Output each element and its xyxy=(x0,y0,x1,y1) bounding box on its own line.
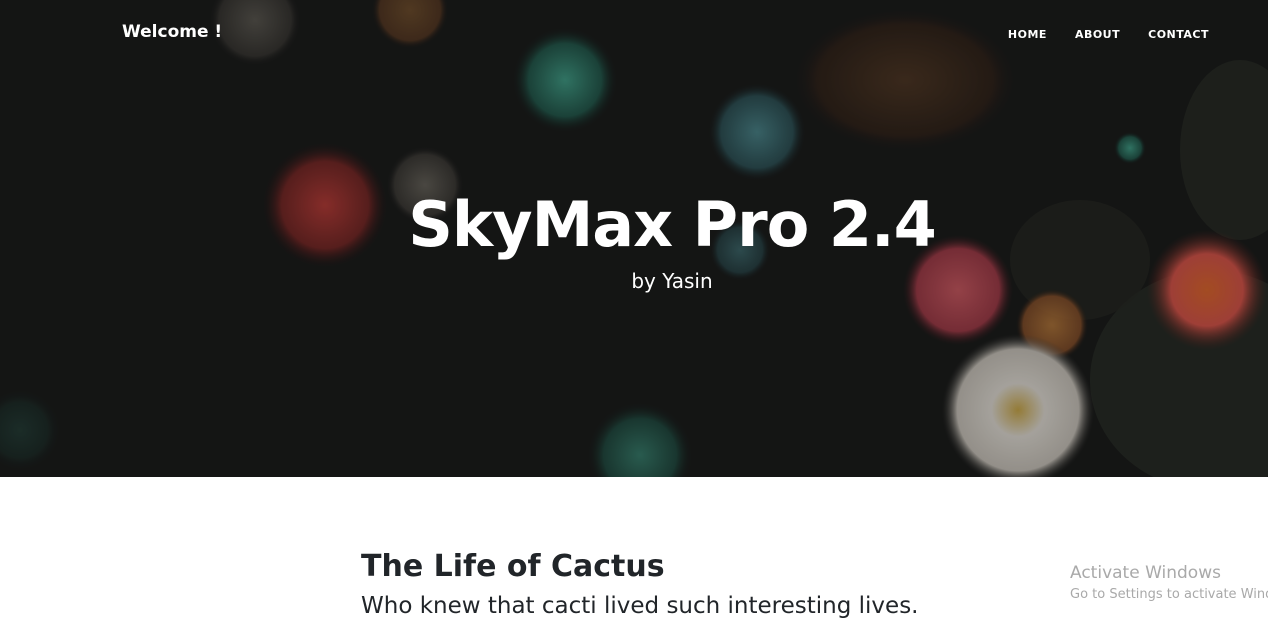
navbar: Welcome ! HOME ABOUT CONTACT xyxy=(0,0,1268,70)
hero-title: SkyMax Pro 2.4 xyxy=(408,188,936,261)
hero-heading: SkyMax Pro 2.4 by Yasin xyxy=(0,185,1268,293)
hero-subtitle: by Yasin xyxy=(631,269,713,293)
hero-header: Welcome ! HOME ABOUT CONTACT SkyMax Pro … xyxy=(0,0,1268,477)
post-subtitle[interactable]: Who knew that cacti lived such interesti… xyxy=(361,591,1061,621)
nav-link-contact[interactable]: CONTACT xyxy=(1148,28,1209,41)
nav-links: HOME ABOUT CONTACT xyxy=(980,28,1209,41)
activate-windows-watermark: Activate Windows Go to Settings to activ… xyxy=(1070,562,1268,606)
post-preview[interactable]: The Life of Cactus Who knew that cacti l… xyxy=(361,546,1061,621)
watermark-subtitle: Go to Settings to activate Windows. xyxy=(1070,587,1268,602)
navbar-brand[interactable]: Welcome ! xyxy=(122,22,222,42)
page: Welcome ! HOME ABOUT CONTACT SkyMax Pro … xyxy=(0,0,1268,635)
nav-link-about[interactable]: ABOUT xyxy=(1075,28,1120,41)
nav-link-home[interactable]: HOME xyxy=(1008,28,1047,41)
watermark-title: Activate Windows xyxy=(1070,563,1221,583)
post-title[interactable]: The Life of Cactus xyxy=(361,546,1061,588)
